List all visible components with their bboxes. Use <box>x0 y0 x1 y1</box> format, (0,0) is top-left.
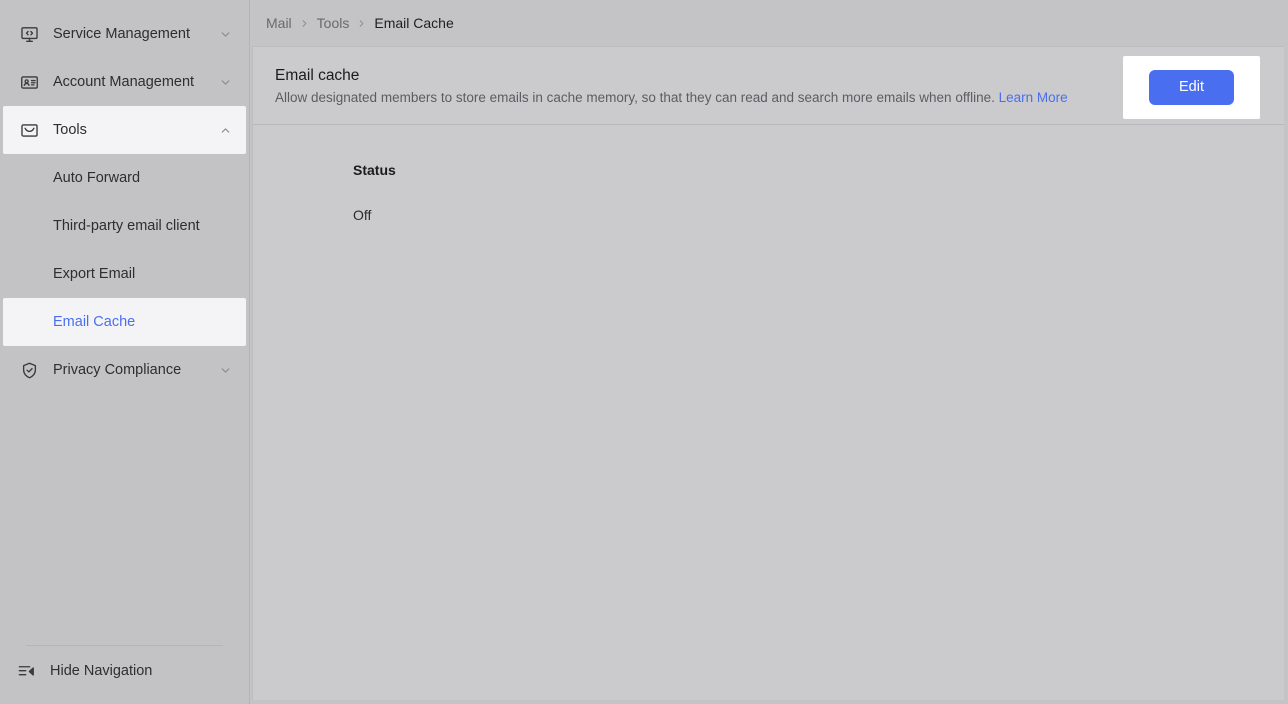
sidebar-subitem-label: Third-party email client <box>53 218 200 234</box>
sidebar-item-tools[interactable]: Tools <box>3 106 246 154</box>
sidebar-subitem-label: Export Email <box>53 266 136 282</box>
page-description-text: Allow designated members to store emails… <box>275 90 995 106</box>
panel-header-text: Email cache Allow designated members to … <box>275 66 1068 107</box>
hide-navigation-button[interactable]: Hide Navigation <box>0 646 249 696</box>
breadcrumb-item-tools[interactable]: Tools <box>317 15 350 31</box>
sidebar-subitem-label: Email Cache <box>53 314 136 330</box>
panel-header: Email cache Allow designated members to … <box>253 47 1284 125</box>
sidebar-item-account-management[interactable]: Account Management <box>3 58 246 106</box>
learn-more-link[interactable]: Learn More <box>999 90 1068 105</box>
sidebar-item-label: Privacy Compliance <box>53 361 182 378</box>
chevron-down-icon[interactable] <box>218 27 232 41</box>
email-cache-panel: Email cache Allow designated members to … <box>252 46 1284 700</box>
sidebar-item-service-management[interactable]: Service Management <box>3 10 246 58</box>
sidebar-nav-list: Service Management Account Management To… <box>0 0 249 645</box>
chevron-up-icon[interactable] <box>218 123 232 137</box>
edit-button-highlight: Edit <box>1123 56 1260 119</box>
page-title: Email cache <box>275 67 360 84</box>
application-window: Service Management Account Management To… <box>0 0 1288 704</box>
shield-check-icon <box>19 360 39 380</box>
sidebar-subitem-third-party-email-client[interactable]: Third-party email client <box>3 202 246 250</box>
hide-navigation-icon <box>16 661 36 681</box>
status-value: Off <box>353 207 372 223</box>
sidebar-footer: Hide Navigation <box>0 645 249 704</box>
sidebar-subitem-email-cache[interactable]: Email Cache <box>3 298 246 346</box>
envelope-icon <box>19 120 39 140</box>
breadcrumb-item-mail[interactable]: Mail <box>266 15 292 31</box>
sidebar-subitems-tools: Auto Forward Third-party email client Ex… <box>0 154 249 346</box>
sidebar-item-label: Tools <box>53 121 87 138</box>
sidebar-item-label: Service Management <box>53 25 191 42</box>
sidebar-subitem-label: Auto Forward <box>53 170 141 186</box>
status-label: Status <box>353 162 396 178</box>
breadcrumb: Mail Tools Email Cache <box>250 0 1288 46</box>
chevron-down-icon[interactable] <box>218 363 232 377</box>
panel-body: Status Off <box>253 125 1284 700</box>
hide-navigation-label: Hide Navigation <box>50 663 153 679</box>
main-content-area: Mail Tools Email Cache Email cache Allow… <box>250 0 1288 704</box>
sidebar-item-privacy-compliance[interactable]: Privacy Compliance <box>3 346 246 394</box>
sidebar-navigation: Service Management Account Management To… <box>0 0 250 704</box>
sidebar-item-label: Account Management <box>53 73 195 90</box>
page-description: Allow designated members to store emails… <box>275 89 1068 107</box>
edit-button[interactable]: Edit <box>1149 70 1234 105</box>
sidebar-subitem-auto-forward[interactable]: Auto Forward <box>3 154 246 202</box>
id-card-icon <box>19 72 39 92</box>
monitor-code-icon <box>19 24 39 44</box>
breadcrumb-item-email-cache: Email Cache <box>374 15 454 31</box>
chevron-right-icon <box>356 18 367 29</box>
chevron-down-icon[interactable] <box>218 75 232 89</box>
chevron-right-icon <box>299 18 310 29</box>
sidebar-subitem-export-email[interactable]: Export Email <box>3 250 246 298</box>
